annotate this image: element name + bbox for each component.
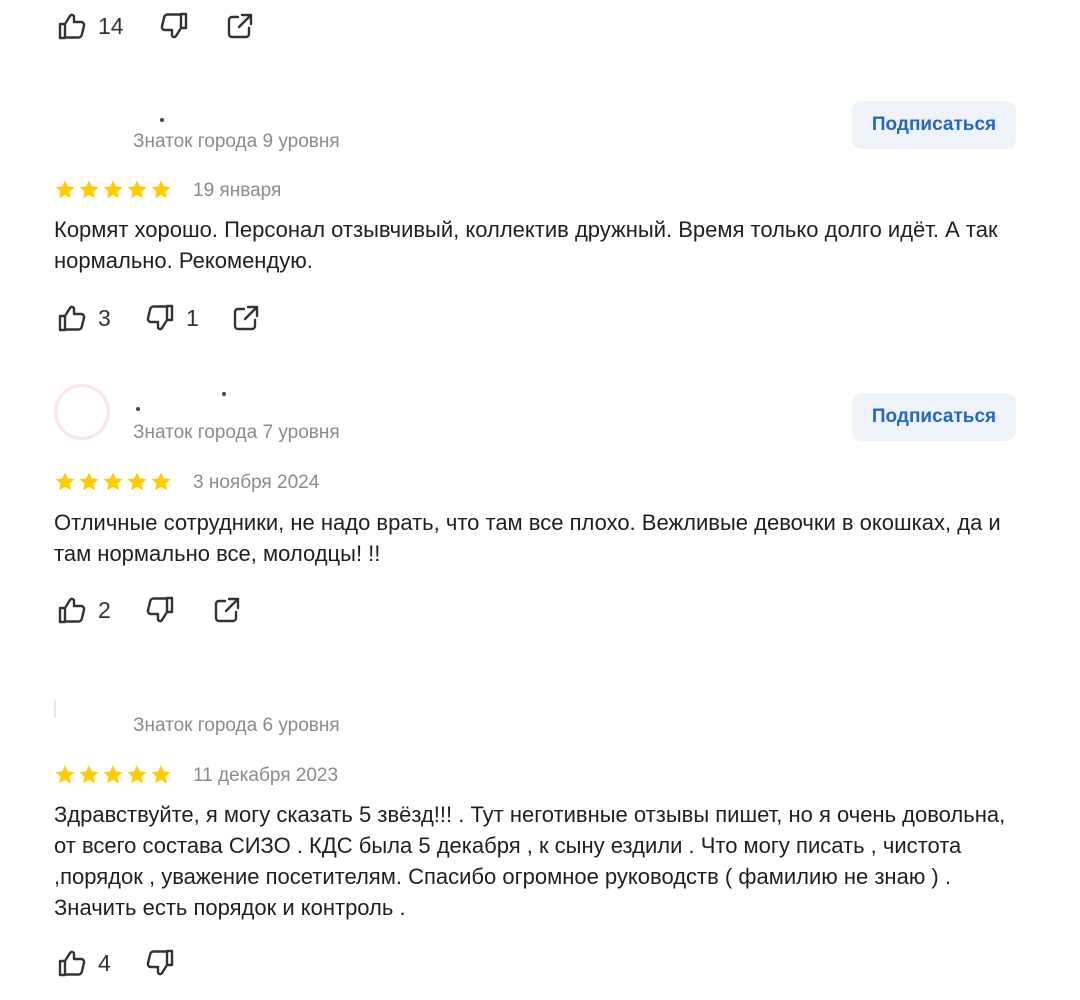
rating-stars (54, 471, 172, 493)
star-icon (55, 765, 75, 784)
avatar[interactable] (54, 100, 110, 156)
rating-stars (54, 179, 172, 201)
star-icon (55, 180, 75, 199)
dislike-button[interactable] (156, 8, 192, 44)
star-icon (79, 180, 99, 199)
author-name-fragment (222, 392, 226, 396)
share-button[interactable] (209, 592, 245, 628)
thumb-down-icon (142, 592, 178, 628)
author-level: Знаток города 7 уровня (133, 422, 340, 443)
subscribe-button[interactable]: Подписаться (852, 393, 1016, 441)
author-level: Знаток города 9 уровня (133, 131, 340, 152)
like-count: 14 (98, 12, 124, 39)
thumb-up-icon (54, 945, 90, 981)
thumb-up-icon (54, 8, 90, 44)
star-icon (103, 472, 123, 491)
like-count: 3 (98, 304, 111, 331)
like-button[interactable]: 4 (54, 945, 111, 981)
review-date: 19 января (193, 180, 282, 201)
avatar[interactable] (54, 690, 110, 746)
thumb-down-icon (142, 945, 178, 981)
thumb-up-icon (54, 300, 90, 336)
rating-stars (54, 764, 172, 786)
star-icon (151, 765, 171, 784)
share-icon (228, 300, 264, 336)
star-icon (103, 765, 123, 784)
star-icon (127, 472, 147, 491)
author-name-fragment (136, 407, 140, 411)
review-date: 11 декабря 2023 (193, 765, 339, 786)
like-count: 2 (98, 596, 111, 623)
review-text: Кормят хорошо. Персонал отзывчивый, колл… (54, 217, 998, 273)
star-icon (79, 765, 99, 784)
star-icon (151, 180, 171, 199)
star-icon (79, 472, 99, 491)
dislike-count: 1 (186, 304, 199, 331)
star-icon (55, 472, 75, 491)
share-button[interactable] (222, 8, 258, 44)
thumb-up-icon (54, 592, 90, 628)
star-icon (127, 180, 147, 199)
review-text: Отличные сотрудники, не надо врать, что … (54, 510, 1001, 566)
like-count: 4 (98, 949, 111, 976)
like-button[interactable]: 14 (54, 8, 124, 44)
avatar-edge (54, 700, 56, 718)
author-name-fragment (160, 118, 164, 122)
like-button[interactable]: 2 (54, 592, 111, 628)
thumb-down-icon (156, 8, 192, 44)
star-icon (127, 765, 147, 784)
dislike-button[interactable] (142, 592, 178, 628)
review-text: Здравствуйте, я могу сказать 5 звёзд!!! … (54, 802, 1006, 920)
share-icon (222, 8, 258, 44)
dislike-button[interactable]: 1 (142, 300, 199, 336)
author-level: Знаток города 6 уровня (133, 715, 340, 736)
dislike-button[interactable] (142, 945, 178, 981)
like-button[interactable]: 3 (54, 300, 111, 336)
star-icon (103, 180, 123, 199)
subscribe-button[interactable]: Подписаться (852, 101, 1016, 149)
thumb-down-icon (142, 300, 178, 336)
share-icon (209, 592, 245, 628)
avatar[interactable] (54, 384, 110, 440)
review-date: 3 ноября 2024 (193, 472, 320, 493)
star-icon (151, 472, 171, 491)
share-button[interactable] (228, 300, 264, 336)
